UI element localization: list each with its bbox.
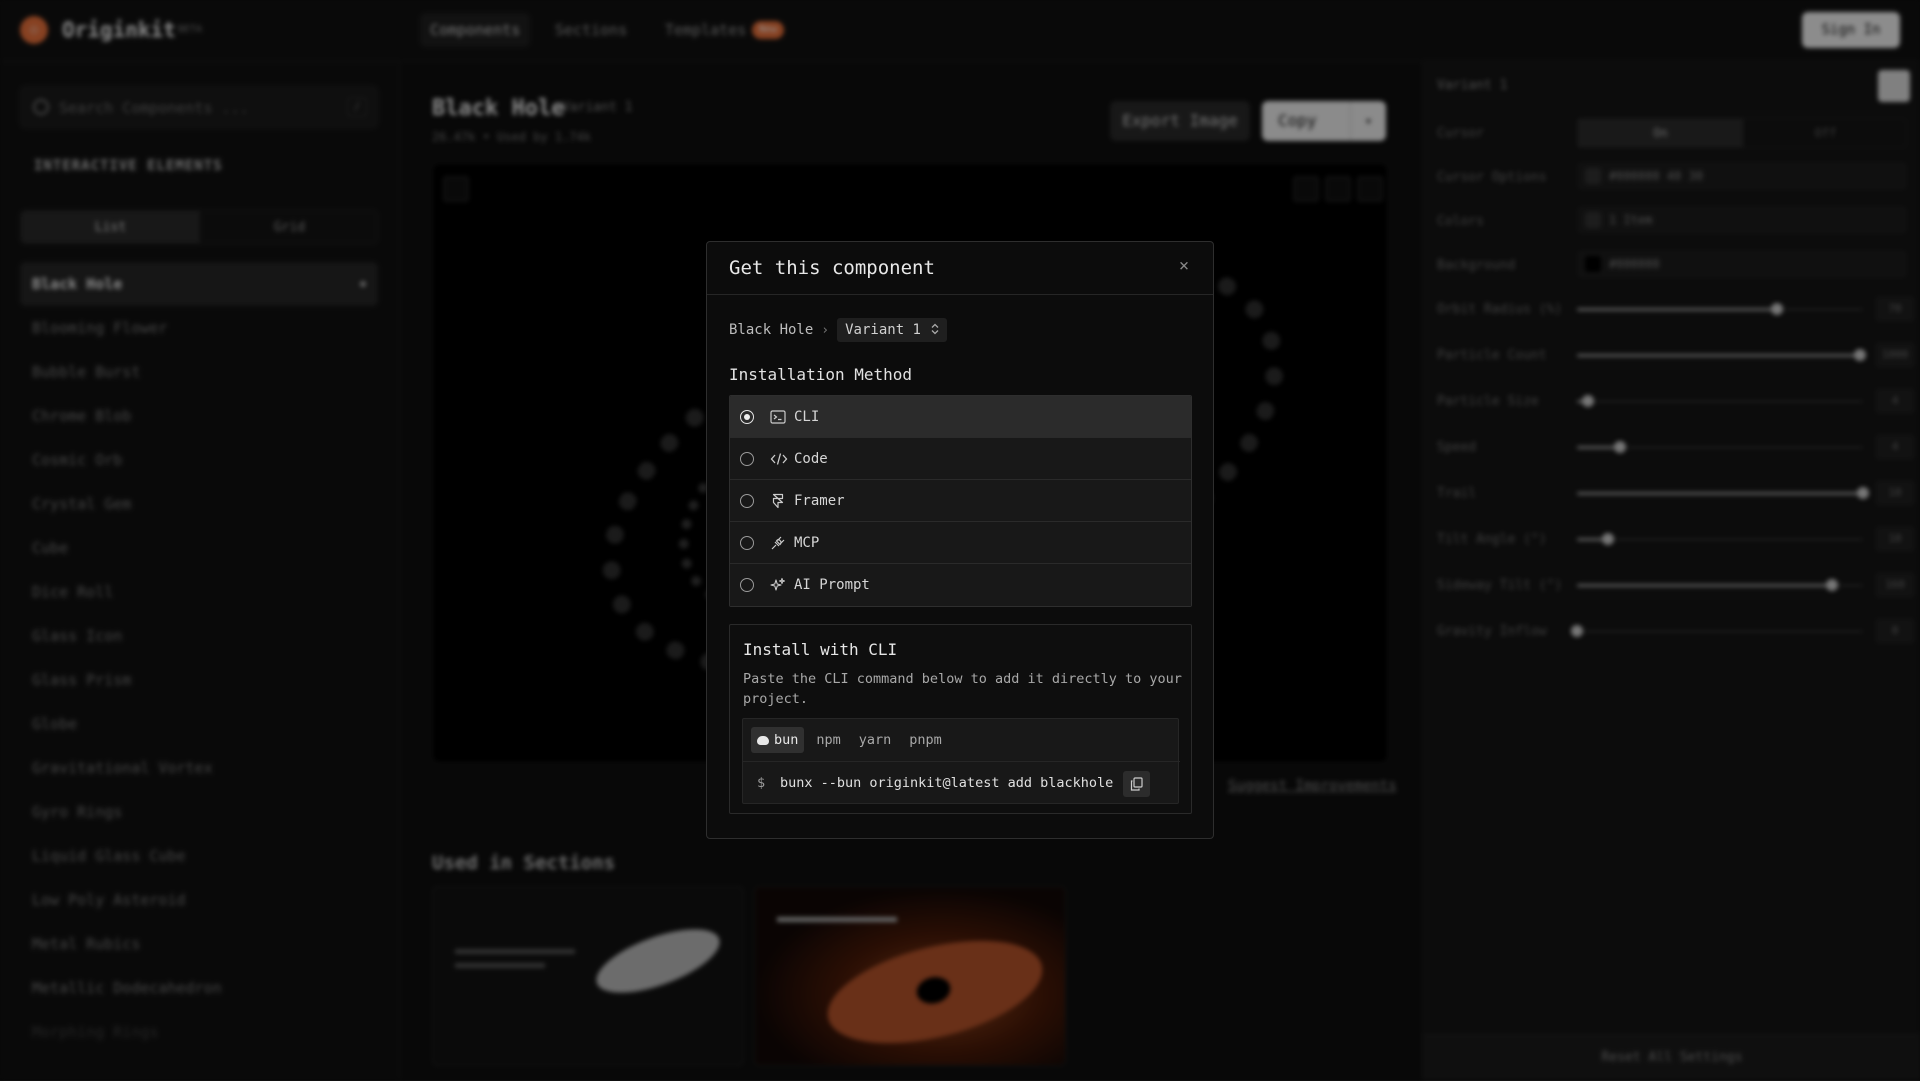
radio-unselected[interactable] — [740, 578, 754, 592]
get-component-modal: Get this component × Black Hole › Varian… — [706, 241, 1214, 839]
method-option-framer[interactable]: Framer — [730, 480, 1191, 522]
modal-header: Get this component × — [707, 242, 1213, 295]
method-label: Framer — [794, 493, 845, 509]
breadcrumb-component: Black Hole — [729, 322, 814, 338]
tab-bun[interactable]: bun — [751, 727, 805, 753]
cli-install-panel: Install with CLI Paste the CLI command b… — [729, 624, 1192, 814]
modal-title: Get this component — [729, 257, 935, 279]
breadcrumb: Black Hole › Variant 1 — [729, 318, 947, 342]
tab-yarn[interactable]: yarn — [853, 727, 898, 753]
radio-selected[interactable] — [740, 410, 754, 424]
method-label: CLI — [794, 409, 820, 425]
tab-label: bun — [774, 732, 799, 748]
installation-method-list: CLI Code Framer MCP AI Prompt — [729, 395, 1192, 607]
cli-install-description: Paste the CLI command below to add it di… — [743, 671, 1182, 707]
mcp-icon — [770, 535, 786, 551]
terminal-icon — [770, 409, 786, 425]
tab-pnpm[interactable]: pnpm — [903, 727, 948, 753]
method-option-mcp[interactable]: MCP — [730, 522, 1191, 564]
breadcrumb-separator-icon: › — [821, 322, 830, 338]
chevron-up-down-icon — [931, 323, 939, 338]
package-manager-tabs: bun npm yarn pnpm — [751, 727, 954, 753]
sparkles-icon — [770, 577, 786, 593]
radio-unselected[interactable] — [740, 494, 754, 508]
variant-select[interactable]: Variant 1 — [837, 318, 947, 342]
variant-select-value: Variant 1 — [845, 322, 921, 338]
package-manager-box: bun npm yarn pnpm $ bunx --bun originkit… — [742, 718, 1180, 805]
method-label: MCP — [794, 535, 820, 551]
code-icon — [770, 451, 788, 467]
install-command[interactable]: bunx --bun originkit@latest add blackhol… — [780, 775, 1113, 791]
radio-unselected[interactable] — [740, 452, 754, 466]
framer-icon — [770, 493, 786, 509]
method-option-code[interactable]: Code — [730, 438, 1191, 480]
method-label: Code — [794, 451, 828, 467]
cli-install-title: Install with CLI — [743, 640, 898, 659]
command-row: $ bunx --bun originkit@latest add blackh… — [743, 761, 1180, 805]
method-option-ai-prompt[interactable]: AI Prompt — [730, 564, 1191, 606]
tab-npm[interactable]: npm — [810, 727, 846, 753]
bun-icon — [757, 736, 769, 745]
method-option-cli[interactable]: CLI — [730, 396, 1191, 438]
copy-icon[interactable] — [1123, 771, 1150, 797]
installation-method-label: Installation Method — [729, 365, 913, 384]
prompt-symbol: $ — [757, 775, 766, 791]
radio-unselected[interactable] — [740, 536, 754, 550]
method-label: AI Prompt — [794, 577, 870, 593]
close-icon[interactable]: × — [1175, 257, 1193, 275]
